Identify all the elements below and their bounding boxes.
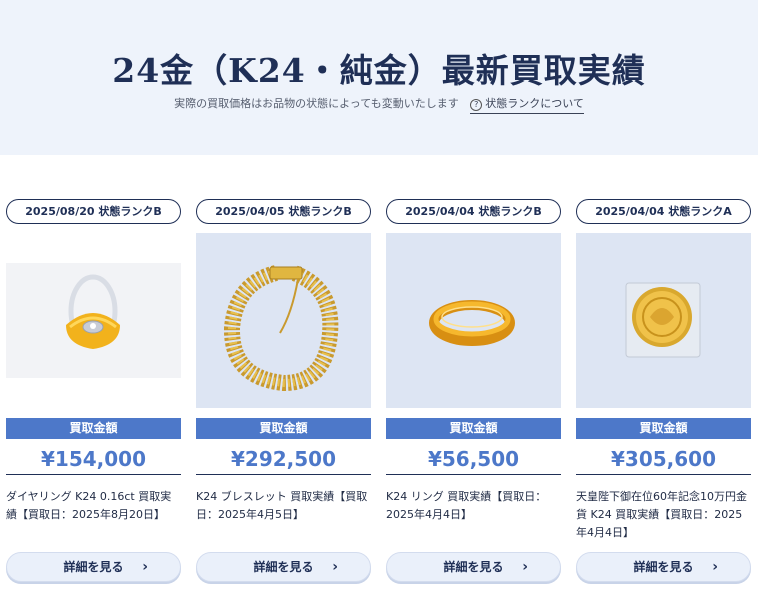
result-card[interactable]: 2025/04/05 状態ランクB 買取金額 ¥292,500 K24 ブレスレ… [196,199,371,599]
detail-button-label: 詳細を見る [633,560,694,574]
result-card[interactable]: 2025/04/04 状態ランクB 買取金額 ¥56,500 K24 リング 買… [386,199,561,599]
page-title: 24金（K24・純金）最新買取実績 [112,51,646,90]
detail-button[interactable]: 詳細を見る › [386,552,561,582]
product-image-bracelet[interactable] [196,233,371,408]
rank-info-link[interactable]: ? 状態ランクについて [470,95,584,114]
chevron-right-icon: › [712,559,718,575]
price-label: 買取金額 [196,418,371,439]
item-description[interactable]: K24 ブレスレット 買取実績【買取日：2025年4月5日】 [196,488,371,524]
product-image-diamond-ring[interactable] [6,233,181,408]
detail-button[interactable]: 詳細を見る › [6,552,181,582]
detail-button-label: 詳細を見る [443,560,504,574]
question-icon: ? [470,99,483,111]
item-description[interactable]: K24 リング 買取実績【買取日：2025年4月4日】 [386,488,561,524]
price-label: 買取金額 [386,418,561,439]
price-label: 買取金額 [576,418,751,439]
chevron-right-icon: › [332,559,338,575]
price-value: ¥154,000 [6,443,181,475]
item-description[interactable]: ダイヤリング K24 0.16ct 買取実績【買取日：2025年8月20日】 [6,488,181,524]
price-value: ¥56,500 [386,443,561,475]
rank-info-label: 状態ランクについて [485,97,584,110]
hero-subtitle: 実際の買取価格はお品物の状態によっても変動いたします [174,97,459,110]
item-description[interactable]: 天皇陛下御在位60年記念10万円金貨 K24 買取実績【買取日：2025年4月4… [576,488,751,542]
price-label: 買取金額 [6,418,181,439]
hero-subtitle-row: 実際の買取価格はお品物の状態によっても変動いたします ? 状態ランクについて [0,95,758,114]
chevron-right-icon: › [142,559,148,575]
product-image-gold-coin[interactable] [576,233,751,408]
detail-button[interactable]: 詳細を見る › [576,552,751,582]
result-card[interactable]: 2025/08/20 状態ランクB 買取金額 ¥154,000 ダイヤリング K… [6,199,181,599]
hero-section: 24金（K24・純金）最新買取実績 実際の買取価格はお品物の状態によっても変動い… [0,0,758,155]
product-image-ring[interactable] [386,233,561,408]
result-card[interactable]: 2025/04/04 状態ランクA 買取金額 ¥305,600 天皇陛下御在位6… [576,199,751,599]
date-rank-badge: 2025/08/20 状態ランクB [6,199,181,224]
date-rank-badge: 2025/04/05 状態ランクB [196,199,371,224]
detail-button-label: 詳細を見る [63,560,124,574]
price-value: ¥305,600 [576,443,751,475]
detail-button-label: 詳細を見る [253,560,314,574]
date-rank-badge: 2025/04/04 状態ランクA [576,199,751,224]
chevron-right-icon: › [522,559,528,575]
price-value: ¥292,500 [196,443,371,475]
detail-button[interactable]: 詳細を見る › [196,552,371,582]
date-rank-badge: 2025/04/04 状態ランクB [386,199,561,224]
